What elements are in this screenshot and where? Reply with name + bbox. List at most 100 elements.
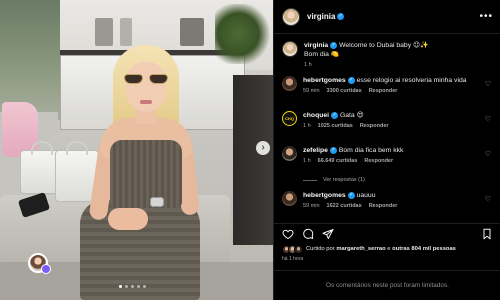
comment-time: 1 h — [303, 123, 311, 129]
comment-body: uauuu — [356, 192, 376, 199]
author-avatar[interactable] — [282, 7, 300, 26]
chevron-right-icon[interactable]: › — [256, 141, 270, 155]
view-replies-label: Ver respostas (1) — [323, 177, 365, 183]
caption-meta: 1 h — [304, 61, 429, 70]
comments-list[interactable]: virginia ✓ Welcome to Dubai baby 😉✨ Bom d… — [274, 34, 500, 223]
verified-icon: ✓ — [337, 13, 345, 20]
heart-icon[interactable]: ♡ — [485, 195, 491, 203]
commenter-avatar[interactable] — [282, 146, 297, 161]
caption-line-1: Welcome to Dubai baby 😉✨ — [339, 42, 429, 49]
likes-text: Curtido por margareth_serrao e outras 80… — [306, 246, 456, 252]
verified-icon: ✓ — [329, 146, 337, 154]
carousel-dot — [119, 285, 122, 288]
commenter-avatar[interactable]: CHQ — [282, 111, 297, 126]
comment-text: zefelipe ✓ Bom dia fica bem kkk 1 h 66.649 … — [303, 146, 403, 166]
comment-time: 59 min — [303, 203, 320, 209]
commenter-username[interactable]: hebertgomes — [303, 192, 346, 199]
likes-user[interactable]: margareth_serrao — [336, 246, 385, 252]
caption-time: 1 h — [304, 62, 312, 68]
comment-body: Gata 😍 — [339, 112, 364, 119]
comment-icon[interactable] — [302, 228, 314, 240]
bag-handle — [66, 141, 88, 155]
carousel-dot — [143, 285, 146, 288]
comment-row: hebertgomes ✓ esse relogio ai resolveria … — [282, 76, 493, 106]
likes-others[interactable]: outras 804 mil pessoas — [392, 246, 456, 252]
carousel-dot — [131, 285, 134, 288]
heart-icon[interactable]: ♡ — [485, 150, 491, 158]
verified-icon: ✓ — [330, 41, 338, 49]
commenter-username[interactable]: hebertgomes — [303, 77, 346, 84]
caption-line-2: Bom dia 🍋 — [304, 51, 340, 58]
person-lips — [140, 100, 152, 104]
post-media[interactable]: › — [0, 0, 273, 300]
verified-icon: ✓ — [347, 76, 355, 84]
comment-likes[interactable]: 1025 curtidas — [318, 122, 353, 131]
reply-button[interactable]: Responder — [369, 202, 398, 211]
comment-items: hebertgomes ✓ esse relogio ai resolveria … — [282, 76, 493, 223]
sunglasses — [124, 74, 168, 84]
reply-button[interactable]: Responder — [364, 157, 393, 166]
comment-text: choquei ✓ Gata 😍 1 h 1025 curtidas Responder — [303, 111, 389, 131]
share-icon[interactable] — [322, 228, 334, 240]
heart-icon[interactable]: ♡ — [485, 80, 491, 88]
shelf-item — [95, 18, 113, 46]
sunglasses-lens — [124, 74, 143, 84]
person-face — [126, 62, 166, 112]
author-username[interactable]: virginia — [307, 12, 335, 21]
comments-limited-notice: Os comentários neste post foram limitado… — [274, 270, 500, 300]
dark-shelf — [233, 75, 273, 245]
caption-username[interactable]: virginia — [304, 42, 328, 49]
commenter-avatar[interactable] — [282, 191, 297, 206]
person-corset — [110, 140, 182, 208]
carousel-indicator — [119, 285, 146, 288]
post-caption: virginia ✓ Welcome to Dubai baby 😉✨ Bom d… — [282, 41, 493, 71]
heart-icon[interactable]: ♡ — [485, 115, 491, 123]
likes-prefix: Curtido por — [306, 246, 335, 252]
comment-likes[interactable]: 1622 curtidas — [327, 202, 362, 211]
comment-row: CHQ choquei ✓ Gata 😍 1 h 1025 curtidas Respon… — [282, 111, 493, 141]
reply-button[interactable]: Responder — [360, 122, 389, 131]
caption-text: virginia ✓ Welcome to Dubai baby 😉✨ Bom d… — [304, 41, 429, 71]
person-hands — [108, 208, 148, 230]
comment-body: Bom dia fica bem kkk — [338, 147, 404, 154]
instagram-post-modal: › virginia ✓ ••• virginia ✓ Welcome to Du… — [0, 0, 500, 300]
comment-meta: 1 h 1025 curtidas Responder — [303, 122, 389, 131]
comment-meta: 59 min 3300 curtidas Responder — [303, 87, 467, 96]
post-header: virginia ✓ ••• — [274, 0, 500, 34]
comment-meta: 59 min 1622 curtidas Responder — [303, 202, 397, 211]
comment-likes[interactable]: 66.649 curtidas — [318, 157, 358, 166]
commenter-avatar[interactable] — [282, 76, 297, 91]
replies-line — [303, 179, 317, 181]
wrist-watch — [150, 197, 164, 207]
more-options-icon[interactable]: ••• — [479, 11, 493, 22]
likes-middle: e — [387, 246, 391, 252]
liker-avatar — [294, 244, 303, 254]
likes-summary[interactable]: Curtido por margareth_serrao e outras 80… — [282, 244, 494, 254]
heart-icon[interactable] — [282, 228, 294, 240]
bookmark-icon[interactable] — [481, 228, 493, 240]
comment-row: hebertgomes ✓ uauuu 59 min 1622 curtidas Res… — [282, 191, 493, 221]
comment-row: zefelipe ✓ Bom dia fica bem kkk 1 h 66.649 … — [282, 146, 493, 176]
verified-icon: ✓ — [331, 111, 339, 119]
commenter-username[interactable]: zefelipe — [303, 147, 328, 154]
comment-time: 59 min — [303, 88, 320, 94]
carousel-dot — [137, 285, 140, 288]
carousel-dot — [125, 285, 128, 288]
commenter-username[interactable]: choquei — [303, 112, 329, 119]
reply-button[interactable]: Responder — [369, 87, 398, 96]
post-side-panel: virginia ✓ ••• virginia ✓ Welcome to Duba… — [273, 0, 500, 300]
comment-body: esse relogio ai resolveria minha vida — [356, 77, 467, 84]
shelf-item — [180, 18, 204, 46]
comment-text: hebertgomes ✓ uauuu 59 min 1622 curtidas Res… — [303, 191, 397, 211]
posted-time: há 1 hora — [282, 256, 304, 262]
verified-icon: ✓ — [347, 191, 355, 199]
shelf-item — [120, 18, 132, 46]
plant — [215, 4, 273, 64]
bag-handle — [31, 141, 53, 155]
tag-badge-icon — [41, 264, 51, 274]
action-bar — [274, 223, 500, 243]
comment-likes[interactable]: 3300 curtidas — [327, 87, 362, 96]
comment-meta: 1 h 66.649 curtidas Responder — [303, 157, 403, 166]
sunglasses-lens — [149, 74, 168, 84]
caption-avatar[interactable] — [282, 41, 298, 57]
